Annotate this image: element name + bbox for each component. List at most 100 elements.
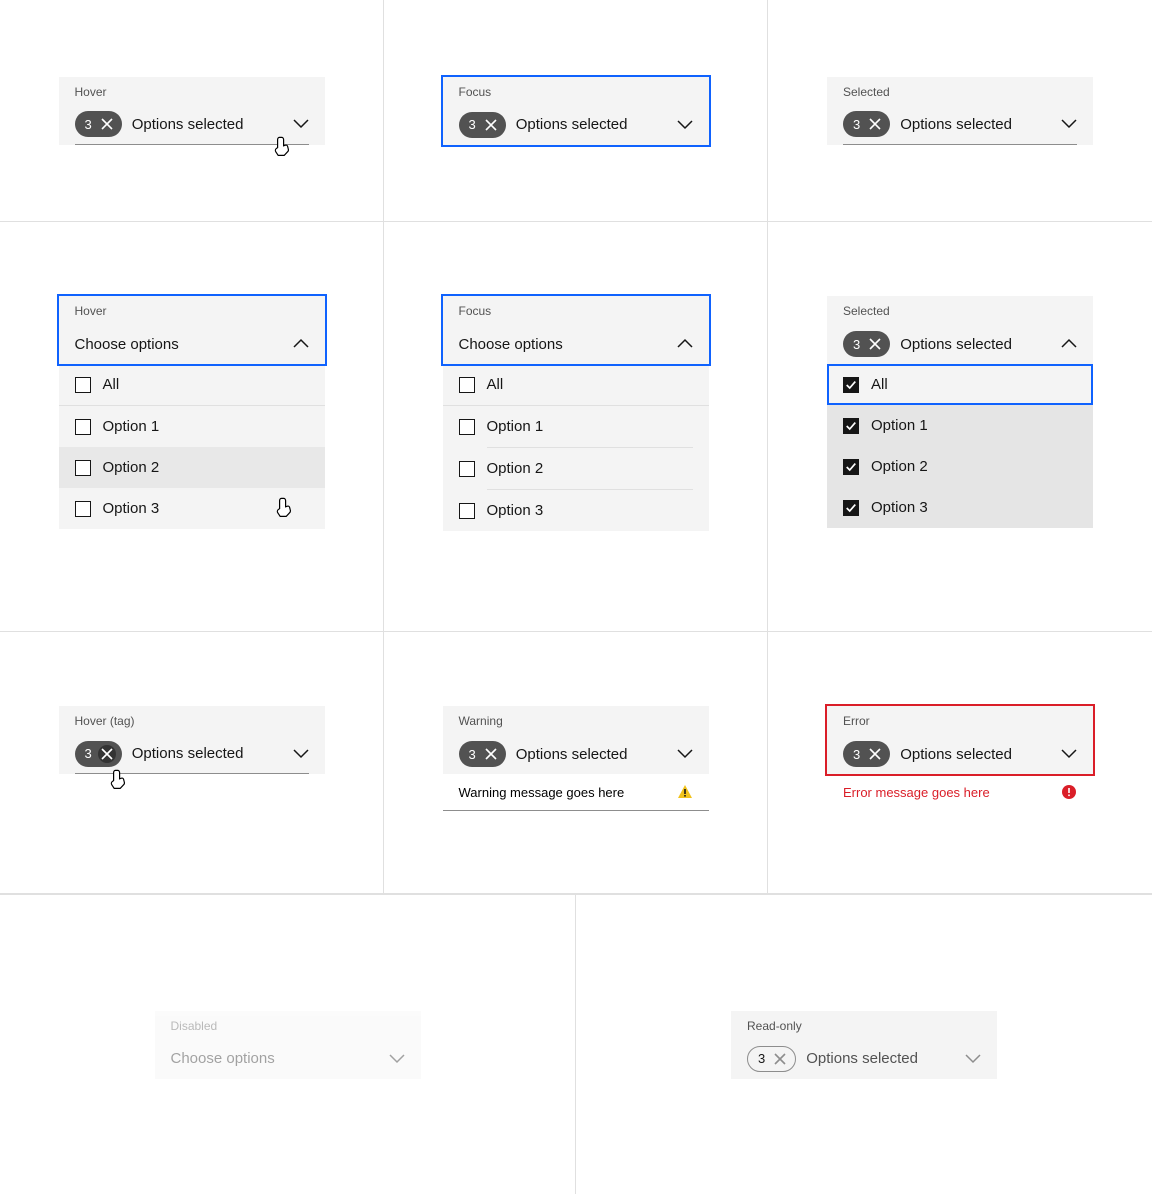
- field-label: Read-only: [747, 1019, 981, 1033]
- tag-count: 3: [85, 117, 92, 132]
- option-label: All: [103, 376, 120, 393]
- option-label: Option 1: [103, 418, 160, 435]
- checkbox-icon[interactable]: [843, 418, 859, 434]
- multiselect-focus[interactable]: Focus 3 Options selected: [443, 77, 709, 145]
- multiselect-error[interactable]: Error 3 Options selected Error message g…: [827, 706, 1093, 810]
- tag-count: 3: [469, 117, 476, 132]
- chevron-down-icon[interactable]: [677, 117, 693, 133]
- option-3[interactable]: Option 3: [59, 488, 325, 529]
- selection-tag[interactable]: 3: [843, 331, 890, 357]
- tag-count: 3: [85, 746, 92, 761]
- multiselect-readonly: Read-only 3 Options selected: [731, 1011, 997, 1079]
- multiselect-hover-tag[interactable]: Hover (tag) 3 Options selected: [59, 706, 325, 774]
- warning-icon: [677, 784, 693, 800]
- tag-count: 3: [469, 747, 476, 762]
- option-label: Option 3: [487, 502, 544, 519]
- checkbox-icon[interactable]: [459, 419, 475, 435]
- placeholder-text: Choose options: [75, 336, 283, 353]
- chevron-down-icon[interactable]: [293, 746, 309, 762]
- field-label: Disabled: [171, 1019, 405, 1033]
- field-text: Options selected: [516, 116, 667, 133]
- checkbox-icon[interactable]: [75, 501, 91, 517]
- selection-tag[interactable]: 3: [843, 111, 890, 137]
- error-icon: [1061, 784, 1077, 800]
- checkbox-icon[interactable]: [459, 377, 475, 393]
- tag-count: 3: [853, 337, 860, 352]
- checkbox-icon[interactable]: [843, 377, 859, 393]
- option-2[interactable]: Option 2: [59, 447, 325, 488]
- close-icon[interactable]: [866, 335, 884, 353]
- selection-tag[interactable]: 3: [75, 741, 122, 767]
- field-label: Selected: [843, 304, 1077, 318]
- checkbox-icon[interactable]: [843, 500, 859, 516]
- multiselect-disabled: Disabled Choose options: [155, 1011, 421, 1079]
- selection-tag[interactable]: 3: [843, 741, 890, 767]
- multiselect-open-hover[interactable]: Hover Choose options All Option 1 Optio: [59, 296, 325, 529]
- field-label: Error: [843, 714, 1077, 728]
- chevron-down-icon[interactable]: [1061, 746, 1077, 762]
- tag-count: 3: [853, 747, 860, 762]
- chevron-up-icon[interactable]: [1061, 336, 1077, 352]
- chevron-up-icon[interactable]: [293, 336, 309, 352]
- checkbox-icon[interactable]: [75, 419, 91, 435]
- field-label: Hover: [75, 304, 309, 318]
- option-label: Option 3: [103, 500, 160, 517]
- option-1[interactable]: Option 1: [59, 406, 325, 447]
- option-label: Option 2: [103, 459, 160, 476]
- selection-tag[interactable]: 3: [459, 741, 506, 767]
- close-icon[interactable]: [866, 115, 884, 133]
- field-text: Options selected: [132, 116, 283, 133]
- selection-tag: 3: [747, 1046, 796, 1072]
- close-icon[interactable]: [98, 115, 116, 133]
- option-label: All: [871, 376, 888, 393]
- option-all[interactable]: All: [827, 364, 1093, 405]
- checkbox-icon[interactable]: [75, 460, 91, 476]
- field-label: Hover (tag): [75, 714, 309, 728]
- dropdown-menu: All Option 1 Option 2 Option 3: [59, 364, 325, 529]
- option-label: Option 1: [487, 418, 544, 435]
- chevron-down-icon[interactable]: [1061, 116, 1077, 132]
- checkbox-icon[interactable]: [459, 503, 475, 519]
- option-1[interactable]: Option 1: [827, 405, 1093, 446]
- message-text: Warning message goes here: [459, 785, 625, 800]
- option-label: Option 2: [871, 458, 928, 475]
- placeholder-text: Choose options: [171, 1050, 379, 1067]
- error-message: Error message goes here: [827, 774, 1093, 810]
- message-text: Error message goes here: [843, 785, 990, 800]
- option-3[interactable]: Option 3: [443, 490, 709, 531]
- multiselect-open-focus[interactable]: Focus Choose options All Option 1: [443, 296, 709, 531]
- tag-count: 3: [853, 117, 860, 132]
- field-label: Warning: [459, 714, 693, 728]
- multiselect-open-selected[interactable]: Selected 3 Options selected All: [827, 296, 1093, 528]
- option-3[interactable]: Option 3: [827, 487, 1093, 528]
- close-icon[interactable]: [866, 745, 884, 763]
- selection-tag[interactable]: 3: [75, 111, 122, 137]
- checkbox-icon[interactable]: [843, 459, 859, 475]
- option-2[interactable]: Option 2: [827, 446, 1093, 487]
- option-label: Option 2: [487, 460, 544, 477]
- multiselect-selected[interactable]: Selected 3 Options selected: [827, 77, 1093, 145]
- field-label: Selected: [843, 85, 1077, 99]
- chevron-up-icon[interactable]: [677, 336, 693, 352]
- close-icon[interactable]: [98, 745, 116, 763]
- chevron-down-icon: [389, 1051, 405, 1067]
- close-icon: [771, 1050, 789, 1068]
- chevron-down-icon[interactable]: [677, 746, 693, 762]
- close-icon[interactable]: [482, 745, 500, 763]
- close-icon[interactable]: [482, 116, 500, 134]
- option-all[interactable]: All: [443, 364, 709, 406]
- checkbox-icon[interactable]: [459, 461, 475, 477]
- multiselect-hover[interactable]: Hover 3 Options selected: [59, 77, 325, 145]
- option-label: Option 1: [871, 417, 928, 434]
- option-2[interactable]: Option 2: [443, 448, 709, 489]
- placeholder-text: Choose options: [459, 336, 667, 353]
- field-text: Options selected: [806, 1050, 955, 1067]
- option-all[interactable]: All: [59, 364, 325, 406]
- chevron-down-icon[interactable]: [293, 116, 309, 132]
- field-label: Hover: [75, 85, 309, 99]
- option-1[interactable]: Option 1: [443, 406, 709, 447]
- selection-tag[interactable]: 3: [459, 112, 506, 138]
- multiselect-warning[interactable]: Warning 3 Options selected Warning messa…: [443, 706, 709, 811]
- option-label: All: [487, 376, 504, 393]
- checkbox-icon[interactable]: [75, 377, 91, 393]
